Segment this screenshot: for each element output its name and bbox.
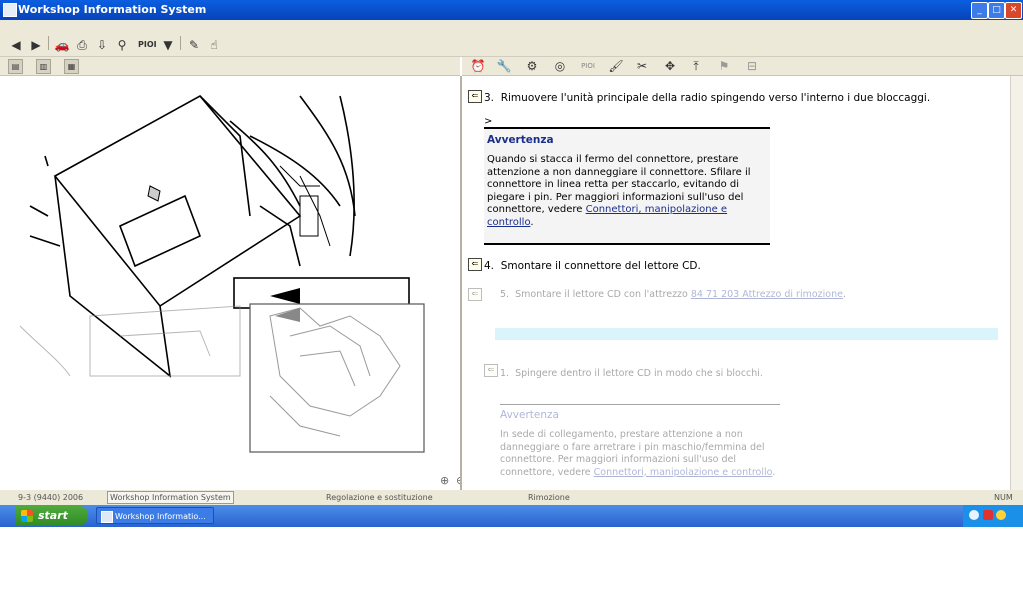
zoom-in-icon: ⊕ <box>440 474 449 487</box>
funnel-icon[interactable]: ▼ <box>160 37 176 53</box>
alarm-icon[interactable]: ⏰ <box>470 58 486 74</box>
image-icon[interactable]: ▦ <box>64 59 79 74</box>
gears-icon[interactable]: ⚙ <box>524 58 540 74</box>
maximize-button[interactable]: □ <box>988 2 1005 19</box>
radio-illustration: ⊕ ⊖ <box>19 94 465 487</box>
title-bar: Workshop Information System _ □ ✕ <box>0 0 1023 20</box>
status-section: Regolazione e sostituzione <box>326 493 433 502</box>
pioi-right-button[interactable]: PIOI <box>578 58 598 74</box>
ghost-highlight <box>495 328 998 340</box>
step-3: 3. Rimuovere l'unità principale della ra… <box>484 92 931 104</box>
warning-title-1: Avvertenza <box>487 134 554 146</box>
tray-security-icon[interactable] <box>983 510 993 520</box>
tools-icon[interactable]: ✂ <box>634 58 650 74</box>
left-panel-toolbar: ▤ ▥ ▦ <box>0 57 460 76</box>
close-button[interactable]: ✕ <box>1005 2 1022 19</box>
system-tray <box>963 505 1023 527</box>
warning-box-1: Avvertenza Quando si stacca il fermo del… <box>484 127 770 245</box>
step-4: 4. Smontare il connettore del lettore CD… <box>484 260 701 272</box>
forward-icon[interactable]: ▶ <box>28 37 44 53</box>
step-4-icon[interactable]: ⇐ <box>468 258 482 271</box>
step-1: 1. Spingere dentro il lettore CD in modo… <box>500 368 763 379</box>
start-button[interactable]: start <box>16 506 88 526</box>
illustration-panel: ⊕ ⊖ <box>0 76 465 490</box>
tray-messenger-icon[interactable] <box>996 510 1006 520</box>
status-subsection: Rimozione <box>528 493 570 502</box>
car-icon[interactable]: 🚗 <box>54 37 70 53</box>
vertical-scrollbar[interactable] <box>1010 76 1023 490</box>
wrench-icon[interactable]: 🔧 <box>496 58 512 74</box>
warning-title-2: Avvertenza <box>500 409 559 421</box>
status-app: Workshop Information System <box>107 491 234 504</box>
gt-marker: > <box>484 116 493 127</box>
target-icon[interactable]: ◎ <box>552 58 568 74</box>
step-5: 5. Smontare il lettore CD con l'attrezzo… <box>500 289 847 300</box>
upload-icon[interactable]: ⤒ <box>688 58 704 74</box>
window-title: Workshop Information System <box>18 3 207 16</box>
pointer-icon[interactable]: ☝ <box>206 37 222 53</box>
taskbar-item-wis[interactable]: Workshop Informatio... <box>96 507 214 524</box>
pioi-button[interactable]: PIOI <box>138 37 157 53</box>
warning-text-1: Quando si stacca il fermo del connettore… <box>487 154 751 228</box>
right-panel-toolbar: ⏰ 🔧 ⚙ ◎ PIOI 🖌 ✂ ✥ ⤒ ⚑ ⊟ <box>462 57 1023 76</box>
step-5-icon[interactable]: ⇐ <box>468 288 482 301</box>
main-toolbar: ◀ ▶ 🚗 ⎙ ⇩ ⚲ PIOI ▼ ✎ ☝ <box>0 34 1023 57</box>
move-icon[interactable]: ✥ <box>662 58 678 74</box>
warning-text-2: In sede di collegamento, prestare attenz… <box>500 429 776 478</box>
zoom-out-icon: ⊖ <box>456 474 460 487</box>
step-3-text: Rimuovere l'unità principale della radio… <box>500 92 931 104</box>
windows-logo-icon <box>21 510 33 522</box>
status-num: NUM <box>994 493 1013 502</box>
tray-network-icon[interactable] <box>969 510 979 520</box>
warning-box-2: Avvertenza In sede di collegamento, pres… <box>500 404 780 479</box>
minimize-button[interactable]: _ <box>971 2 988 19</box>
brush-icon[interactable]: 🖌 <box>608 58 624 74</box>
taskbar-item-label: Workshop Informatio... <box>115 512 206 521</box>
step-4-text: Smontare il connettore del lettore CD. <box>500 260 701 272</box>
back-icon[interactable]: ◀ <box>8 37 24 53</box>
print-icon[interactable]: ⎙ <box>74 37 90 53</box>
status-model: 9-3 (9440) 2006 <box>18 493 84 502</box>
status-bar: 9-3 (9440) 2006 Workshop Information Sys… <box>0 490 1023 505</box>
back-step-icon[interactable]: ⇐ <box>468 90 482 103</box>
connector-link-2[interactable]: Connettori, manipolazione e controllo <box>594 467 773 478</box>
app-window-icon <box>101 511 113 523</box>
start-label: start <box>38 509 68 522</box>
instructions-panel: ⇐ 3. Rimuovere l'unità principale della … <box>462 76 1023 490</box>
app-icon <box>3 3 17 17</box>
tool-link[interactable]: 84 71 203 Attrezzo di rimozione <box>691 289 843 300</box>
flag-icon[interactable]: ⚑ <box>716 58 732 74</box>
tree-view-icon[interactable]: ▤ <box>8 59 23 74</box>
faded-content: ⇐ 5. Smontare il lettore CD con l'attrez… <box>462 284 1010 490</box>
taskbar: start Workshop Informatio... <box>0 505 1023 527</box>
pencil-icon[interactable]: ✎ <box>186 37 202 53</box>
export-icon[interactable]: ⇩ <box>94 37 110 53</box>
step-1-icon[interactable]: ⇐ <box>484 364 498 377</box>
tray-icon[interactable]: ⊟ <box>744 58 760 74</box>
document-icon[interactable]: ▥ <box>36 59 51 74</box>
binoculars-icon[interactable]: ⚲ <box>114 37 130 53</box>
menu-bar <box>0 20 1023 34</box>
